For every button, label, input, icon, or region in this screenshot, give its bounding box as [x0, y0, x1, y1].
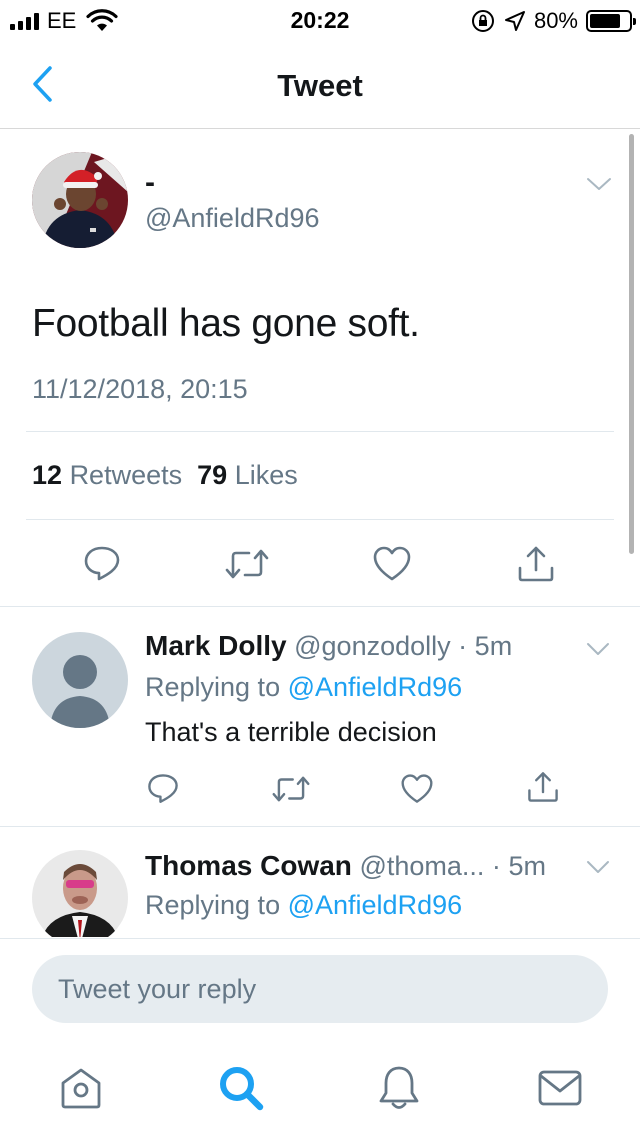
tweet-text: Football has gone soft.: [32, 302, 420, 345]
notifications-bell-icon: [379, 1066, 419, 1109]
reply-button[interactable]: [80, 542, 124, 586]
reply-author-handle[interactable]: @gonzodolly: [294, 631, 451, 661]
chevron-down-icon: [587, 178, 611, 190]
tweet-menu-button[interactable]: [584, 174, 614, 194]
tweet-actions: [0, 542, 640, 586]
replying-to-label: Replying to: [145, 890, 281, 920]
retweet-count: 12: [32, 460, 63, 490]
chevron-down-icon: [587, 643, 609, 655]
reply-time: 5m: [474, 631, 513, 661]
reply-author-name[interactable]: Mark Dolly: [145, 630, 287, 661]
rotation-lock-icon: [471, 10, 494, 32]
reply-input[interactable]: [32, 955, 608, 1023]
reply-tweet[interactable]: Mark Dolly @gonzodolly · 5m Replying to …: [0, 608, 640, 827]
status-bar: EE 20:22 80%: [0, 0, 640, 40]
messages-envelope-icon: [538, 1070, 582, 1106]
page-title: Tweet: [277, 68, 363, 103]
separator-dot: ·: [458, 631, 468, 661]
tweet-display-name[interactable]: -: [145, 166, 155, 200]
heart-icon: [401, 774, 433, 803]
chevron-down-icon: [587, 861, 609, 873]
like-count: 79: [197, 460, 228, 490]
scrollbar[interactable]: [629, 134, 634, 554]
reply-menu-button[interactable]: [584, 858, 612, 876]
tweet-timestamp: 11/12/2018, 20:15: [32, 374, 248, 404]
status-right: 80%: [470, 8, 636, 34]
retweet-icon: [272, 776, 310, 802]
tweet-stats: 12 Retweets 79 Likes: [32, 460, 298, 491]
tab-bar: [0, 1040, 640, 1136]
share-icon: [518, 546, 554, 582]
reply-icon: [148, 774, 178, 803]
reply-button[interactable]: [144, 770, 182, 808]
battery-icon: [586, 10, 636, 32]
nav-bar: Tweet: [0, 40, 640, 129]
home-icon: [61, 1068, 101, 1109]
mention-link[interactable]: @AnfieldRd96: [288, 672, 463, 702]
reply-header: Mark Dolly @gonzodolly · 5m: [145, 630, 512, 662]
reply-author-name[interactable]: Thomas Cowan: [145, 850, 352, 881]
likes-stat[interactable]: 79 Likes: [197, 460, 298, 490]
reply-menu-button[interactable]: [584, 640, 612, 658]
tab-notifications[interactable]: [371, 1060, 427, 1116]
avatar[interactable]: [32, 632, 128, 728]
reply-composer: [0, 938, 640, 1038]
tweet-handle[interactable]: @AnfieldRd96: [145, 203, 320, 234]
retweet-label: Retweets: [69, 460, 183, 490]
retweets-stat[interactable]: 12 Retweets: [32, 460, 182, 490]
mention-link[interactable]: @AnfieldRd96: [288, 890, 463, 920]
like-button[interactable]: [398, 770, 436, 808]
reply-text: That's a terrible decision: [145, 717, 437, 747]
share-button[interactable]: [514, 542, 558, 586]
tab-messages[interactable]: [532, 1060, 588, 1116]
retweet-button[interactable]: [272, 770, 310, 808]
reply-icon: [84, 546, 120, 581]
heart-icon: [373, 546, 411, 581]
reply-author-handle[interactable]: @thoma...: [359, 851, 484, 881]
share-button[interactable]: [524, 768, 562, 806]
search-icon: [220, 1067, 264, 1111]
reply-time: 5m: [508, 851, 546, 881]
battery-fill: [590, 14, 621, 28]
share-icon: [528, 772, 558, 802]
tab-home[interactable]: [53, 1060, 109, 1116]
like-button[interactable]: [370, 542, 414, 586]
battery-percent: 80%: [533, 8, 578, 33]
avatar[interactable]: [32, 850, 128, 937]
separator-dot: ·: [491, 851, 501, 881]
main-tweet: - @AnfieldRd96 Football has gone soft. 1…: [0, 130, 640, 607]
reply-header: Thomas Cowan @thoma... · 5m: [145, 850, 546, 882]
replying-to-label: Replying to: [145, 672, 281, 702]
reply-tweet[interactable]: Thomas Cowan @thoma... · 5m Replying to …: [0, 828, 640, 937]
avatar[interactable]: [32, 152, 128, 248]
retweet-icon: [225, 549, 269, 579]
tab-search[interactable]: [213, 1060, 269, 1116]
replying-to: Replying to @AnfieldRd96: [145, 890, 462, 921]
divider: [26, 431, 614, 432]
location-arrow-icon: [504, 11, 525, 31]
replying-to: Replying to @AnfieldRd96: [145, 672, 462, 703]
default-avatar-icon: [32, 632, 128, 728]
divider: [26, 519, 614, 520]
like-label: Likes: [234, 460, 298, 490]
retweet-button[interactable]: [225, 542, 269, 586]
